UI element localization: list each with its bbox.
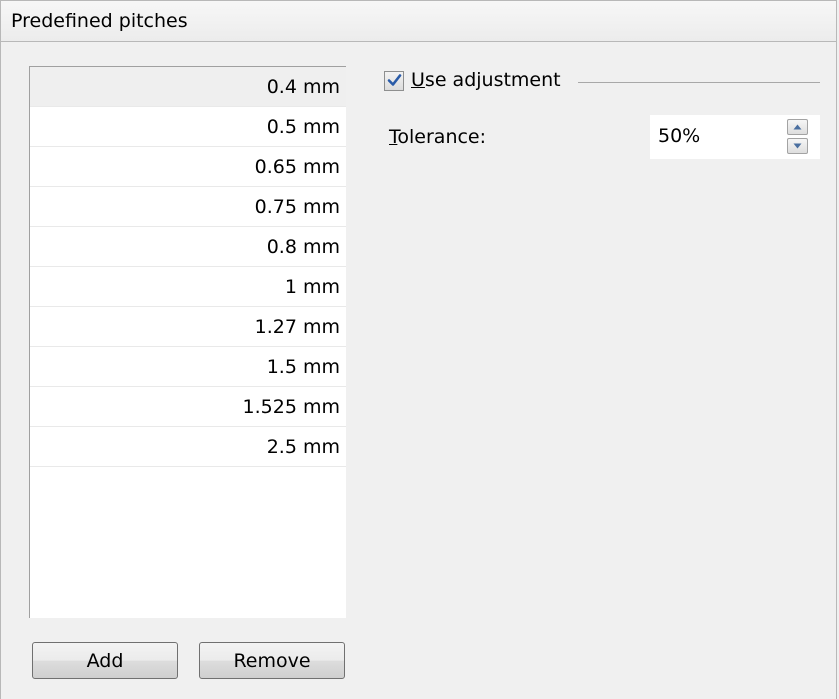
tolerance-value[interactable]: 50% [658,125,700,147]
tolerance-label: Tolerance: [389,126,487,148]
section-title: Predefined pitches [11,10,188,32]
checkmark-icon [387,74,402,86]
pitch-list-item[interactable]: 1.5 mm [30,347,346,387]
remove-button[interactable]: Remove [199,642,345,679]
pitch-list-item[interactable]: 0.5 mm [30,107,346,147]
section-header: Predefined pitches [0,0,837,42]
tolerance-spin-down-button[interactable] [787,138,808,154]
remove-button-label: Remove [233,649,311,672]
spin-down-arrow-icon [793,143,802,149]
pitch-list-item[interactable]: 0.4 mm [30,67,346,107]
pitch-list-item[interactable]: 0.65 mm [30,147,346,187]
spin-up-arrow-icon [793,124,802,130]
add-button[interactable]: Add [32,642,178,679]
pitch-list[interactable]: 0.4 mm 0.5 mm 0.65 mm 0.75 mm 0.8 mm 1 mm 1.27… [29,66,346,618]
tolerance-spin-up-button[interactable] [787,119,808,135]
group-divider [578,82,820,83]
use-adjustment-label[interactable]: Use adjustment [411,69,561,91]
pitch-list-item[interactable]: 1 mm [30,267,346,307]
pitch-list-item[interactable]: 0.8 mm [30,227,346,267]
pitch-list-item[interactable]: 2.5 mm [30,427,346,467]
use-adjustment-checkbox[interactable] [384,71,404,91]
pitch-list-item[interactable]: 1.525 mm [30,387,346,427]
pitch-list-item[interactable]: 1.27 mm [30,307,346,347]
pitch-list-item[interactable]: 0.75 mm [30,187,346,227]
add-button-label: Add [86,649,124,672]
